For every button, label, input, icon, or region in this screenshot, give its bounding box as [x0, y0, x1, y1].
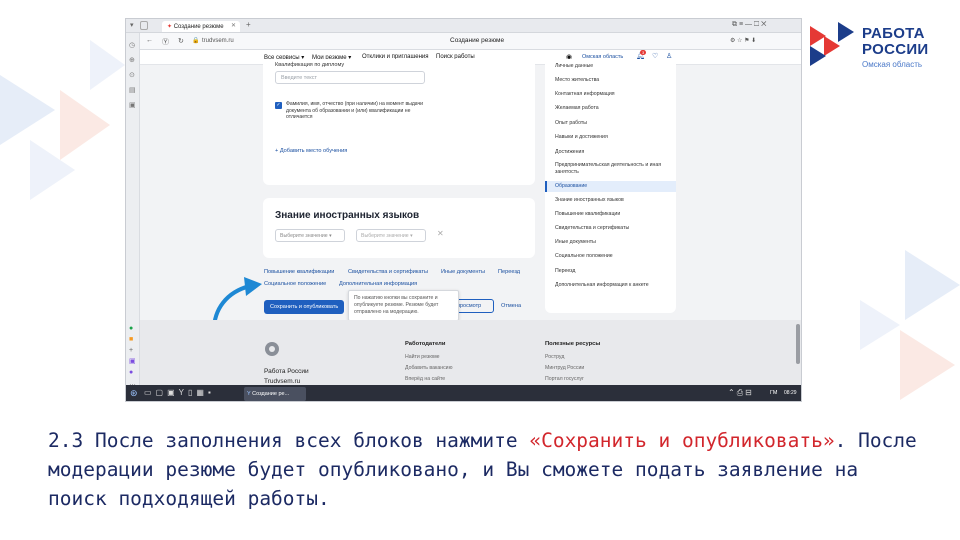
language-select[interactable]: Выберите значение ▾: [275, 229, 345, 242]
link-relocation[interactable]: Переезд: [498, 269, 520, 275]
sidebar-item[interactable]: Знание иностранных языков: [555, 197, 673, 204]
link-certificates[interactable]: Свидетельства и сертификаты: [348, 269, 428, 275]
taskbar-window-item[interactable]: Y Создание ре...: [244, 387, 306, 401]
name-unchanged-checkbox[interactable]: ✓: [275, 102, 282, 109]
add-education-link[interactable]: + Добавить место обучения: [275, 148, 347, 154]
site-favicon-icon: ✦: [167, 24, 174, 30]
tray-icons[interactable]: ⌃⎙⊟: [728, 388, 754, 398]
logo-line1: РАБОТА: [862, 25, 925, 42]
sidebar-item[interactable]: Место жительства: [555, 77, 673, 84]
slide: РАБОТА РОССИИ Омская область ▾ ✦ Создани…: [0, 0, 960, 540]
footer-link[interactable]: Найти резюме: [405, 354, 440, 360]
link-additional-info[interactable]: Дополнительная информация: [339, 281, 417, 287]
taskbar-apps-icons[interactable]: ▭▢▣Y▯▦▪: [144, 388, 215, 397]
tab-title: Создание резюме: [173, 24, 224, 30]
sidebar-item[interactable]: Повышение квалификации: [555, 211, 673, 218]
link-other-docs[interactable]: Иные документы: [441, 269, 485, 275]
sidebar-item[interactable]: Социальное положение: [555, 253, 673, 260]
os-taskbar: ⊛ ▭▢▣Y▯▦▪ Y Создание ре... ⌃⎙⊟ ГМ 08:29: [126, 385, 801, 401]
footer-domain: Trudvsem.ru: [264, 378, 301, 385]
start-menu-icon[interactable]: ⊛: [130, 388, 138, 399]
logo-region: Омская область: [862, 60, 923, 69]
footer-resources-title: Полезные ресурсы: [545, 341, 601, 347]
sidebar-item[interactable]: Переезд: [555, 268, 673, 275]
footer-link[interactable]: Минтруд России: [545, 365, 584, 371]
browser-sidebar: ◷ ⊕ ⊙ ▤ ▣ ● ■ + ▣ ●…: [126, 33, 140, 387]
browser-screenshot: ▾ ✦ Создание резюме ✕ + ⧉ ≡ — ☐ ✕ ← Ⓨ ↻ …: [125, 18, 802, 402]
tab-group-icon[interactable]: [140, 21, 148, 30]
caption-part1: 2.3 После заполнения всех блоков нажмите: [48, 429, 530, 452]
sidebar-item[interactable]: Навыки и достижения: [555, 134, 673, 141]
toolbar-icons[interactable]: ⚙ ☆ ⚑ ⬇: [730, 37, 756, 44]
caption-highlight: «Сохранить и опубликовать»: [529, 429, 835, 452]
level-select[interactable]: Выберите значение ▾: [356, 229, 426, 242]
qualification-input[interactable]: Введите текст: [275, 71, 425, 84]
instruction-caption: 2.3 После заполнения всех блоков нажмите…: [48, 426, 928, 513]
checkbox-label: Фамилия, имя, отчество (при наличии) на …: [286, 101, 424, 120]
sidebar-item[interactable]: Достижения: [555, 149, 673, 156]
url-text[interactable]: trudvsem.ru: [202, 38, 234, 44]
notification-badge: 3: [640, 50, 647, 55]
sidebar-item[interactable]: Предпринимательская деятельность и иная …: [555, 162, 673, 175]
decor-right-triangles: [860, 250, 960, 400]
sidebar-item[interactable]: Опыт работы: [555, 120, 673, 127]
qualification-label: Квалификация по диплому: [275, 62, 345, 68]
remove-language-icon[interactable]: ✕: [437, 229, 444, 238]
languages-card: Знание иностранных языков Выберите значе…: [263, 198, 535, 258]
link-qualification[interactable]: Повышение квалификации: [264, 269, 334, 275]
sidebar-apps-icons[interactable]: ● ■ + ▣ ●…: [129, 323, 136, 389]
window-controls-icon[interactable]: ⧉ ≡ — ☐ ✕: [732, 21, 767, 29]
address-bar: ← Ⓨ ↻ 🔒 trudvsem.ru Создание резюме ⚙ ☆ …: [126, 33, 801, 50]
tab-active[interactable]: ✦ Создание резюме ✕: [162, 21, 240, 32]
page-title: Создание резюме: [450, 37, 505, 44]
decor-left-triangles: [0, 40, 125, 200]
sidebar-tools-icons[interactable]: ◷ ⊕ ⊙ ▤ ▣: [129, 38, 136, 113]
cancel-link[interactable]: Отмена: [501, 303, 521, 309]
reload-icon[interactable]: ↻: [178, 37, 184, 45]
footer-brand: Работа России: [264, 368, 309, 375]
sidebar-item[interactable]: Желаемая работа: [555, 105, 673, 112]
new-tab-icon[interactable]: +: [246, 20, 251, 29]
resume-sections-sidebar: Личные данные Место жительства Контактная …: [545, 59, 676, 313]
sidebar-item[interactable]: Дополнительная информация к анкете: [555, 282, 673, 289]
keyboard-layout[interactable]: ГМ: [770, 390, 777, 396]
scrollbar[interactable]: [796, 324, 800, 364]
footer-link[interactable]: Портал госуслуг: [545, 376, 584, 382]
site-footer: Работа России Trudvsem.ru Работодатели Н…: [140, 320, 801, 385]
save-tooltip: По нажатию кнопки вы сохраните и опублик…: [348, 290, 459, 321]
footer-link[interactable]: Добавить вакансию: [405, 365, 452, 371]
sidebar-item[interactable]: Образование: [545, 181, 676, 192]
footer-employers-title: Работодатели: [405, 341, 446, 347]
footer-link[interactable]: Роструд: [545, 354, 564, 360]
save-publish-button[interactable]: Сохранить и опубликовать: [264, 300, 345, 314]
logo-line2: РОССИИ: [862, 41, 929, 58]
link-social-status[interactable]: Социальное положение: [264, 281, 326, 287]
nav-back-icon[interactable]: ←: [146, 37, 153, 44]
clock: 08:29: [784, 390, 797, 396]
sidebar-item[interactable]: Контактная информация: [555, 91, 673, 98]
languages-title: Знание иностранных языков: [275, 210, 420, 221]
logo-arrows-icon: [810, 22, 854, 66]
taskbar-window-label: Создание ре...: [252, 391, 290, 397]
education-card: Квалификация по диплому Введите текст ✓ …: [263, 59, 535, 185]
sidebar-item[interactable]: Иные документы: [555, 239, 673, 246]
sidebar-item[interactable]: Свидетельства и сертификаты: [555, 225, 673, 232]
rabota-rossii-logo: РАБОТА РОССИИ Омская область: [810, 22, 950, 72]
yandex-icon[interactable]: Ⓨ: [162, 37, 169, 47]
footer-link[interactable]: Вперёд на сайте: [405, 376, 445, 382]
tabs-menu-icon[interactable]: ▾: [130, 21, 134, 29]
sidebar-item[interactable]: Личные данные: [555, 63, 673, 70]
tab-bar: ▾ ✦ Создание резюме ✕ + ⧉ ≡ — ☐ ✕: [126, 19, 801, 33]
close-tab-icon[interactable]: ✕: [231, 22, 236, 29]
lock-icon: 🔒: [192, 38, 200, 44]
emblem-icon: [265, 342, 279, 356]
